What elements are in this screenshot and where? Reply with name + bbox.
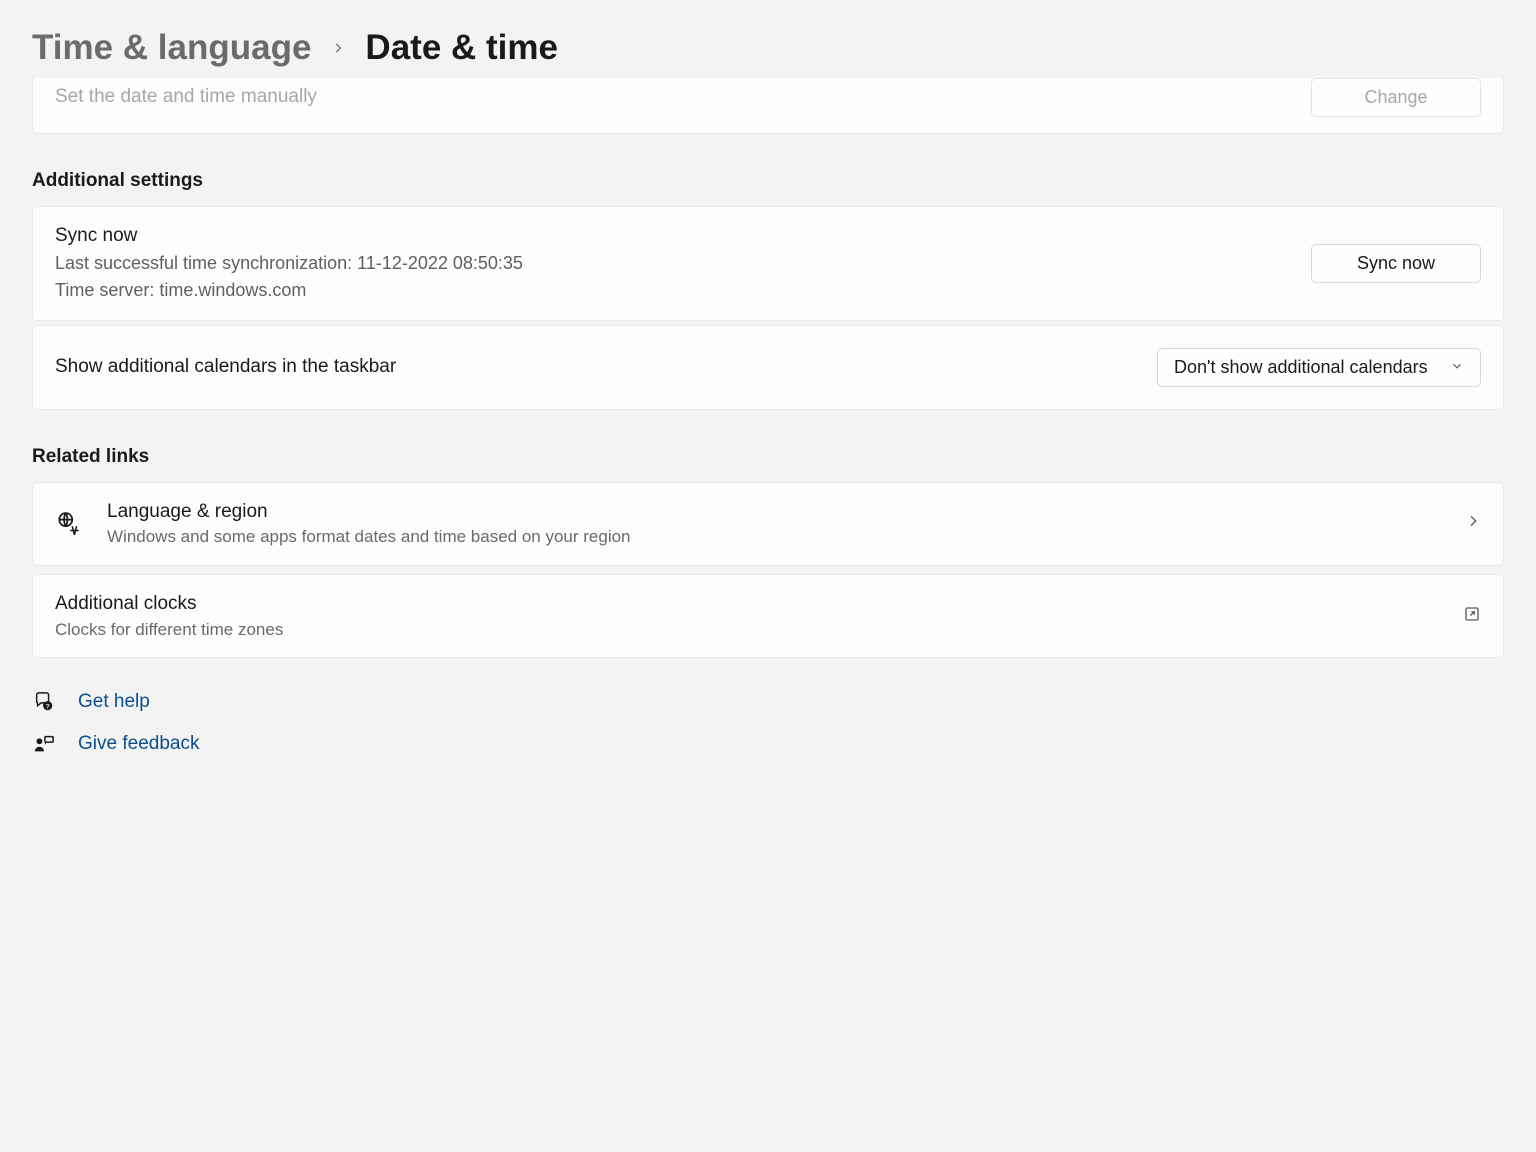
additional-calendars-select[interactable]: Don't show additional calendars: [1157, 348, 1481, 387]
chevron-right-icon: [331, 41, 345, 55]
sync-card: Sync now Last successful time synchroniz…: [32, 206, 1504, 321]
manual-datetime-card: Set the date and time manually Change: [32, 78, 1504, 134]
sync-server: Time server: time.windows.com: [55, 277, 1311, 304]
get-help-text: Get help: [78, 691, 150, 713]
section-related-links: Related links: [32, 446, 1504, 468]
footer-links: ? Get help Give feedback: [32, 690, 1504, 756]
open-external-icon: [1463, 605, 1481, 628]
breadcrumb-parent[interactable]: Time & language: [32, 28, 311, 68]
additional-calendars-value: Don't show additional calendars: [1174, 357, 1428, 378]
sync-title: Sync now: [55, 223, 1311, 250]
link-additional-clocks-sub: Clocks for different time zones: [55, 618, 1439, 642]
link-additional-clocks-title: Additional clocks: [55, 591, 1439, 618]
get-help-link[interactable]: ? Get help: [32, 690, 1504, 714]
sync-last: Last successful time synchronization: 11…: [55, 250, 1311, 277]
svg-text:?: ?: [46, 704, 50, 711]
globe-translate-icon: [55, 510, 83, 538]
chevron-right-icon: [1465, 513, 1481, 534]
help-icon: ?: [32, 690, 56, 714]
sync-now-button[interactable]: Sync now: [1311, 244, 1481, 283]
additional-calendars-card: Show additional calendars in the taskbar…: [32, 325, 1504, 410]
link-additional-clocks[interactable]: Additional clocks Clocks for different t…: [32, 574, 1504, 658]
breadcrumb: Time & language Date & time: [32, 0, 1504, 90]
breadcrumb-current: Date & time: [365, 28, 558, 68]
link-language-region[interactable]: Language & region Windows and some apps …: [32, 482, 1504, 566]
link-language-region-title: Language & region: [107, 499, 1441, 526]
section-additional-settings: Additional settings: [32, 170, 1504, 192]
chevron-down-icon: [1450, 357, 1464, 378]
give-feedback-link[interactable]: Give feedback: [32, 732, 1504, 756]
manual-datetime-label: Set the date and time manually: [55, 84, 1311, 111]
feedback-icon: [32, 732, 56, 756]
give-feedback-text: Give feedback: [78, 733, 199, 755]
additional-calendars-label: Show additional calendars in the taskbar: [55, 354, 1157, 381]
change-button[interactable]: Change: [1311, 78, 1481, 117]
link-language-region-sub: Windows and some apps format dates and t…: [107, 525, 1441, 549]
